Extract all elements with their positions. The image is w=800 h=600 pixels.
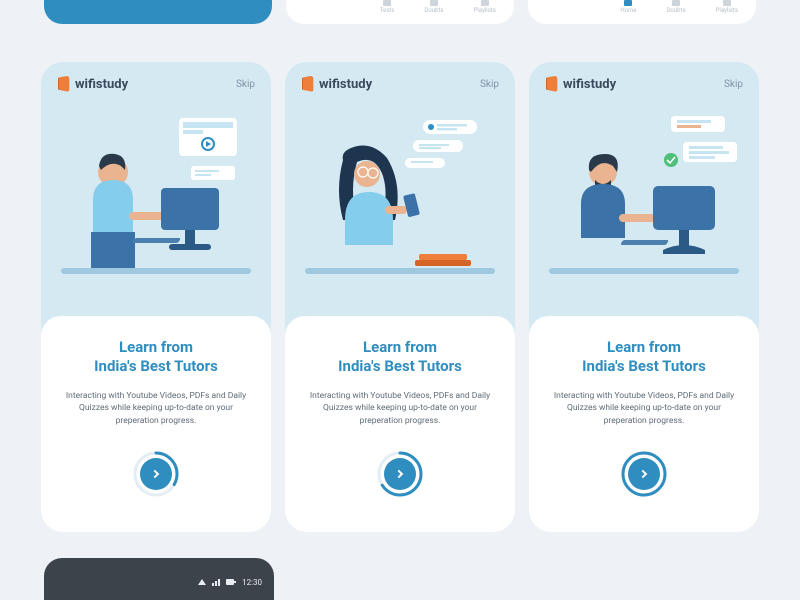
brand-logo: wifistudy <box>57 76 128 92</box>
brand-logo: wifistudy <box>545 76 616 92</box>
battery-icon <box>226 578 236 586</box>
content-card: Learn from India's Best Tutors Interacti… <box>529 316 759 532</box>
chevron-right-icon <box>639 470 647 478</box>
title-line-2: India's Best Tutors <box>94 357 218 376</box>
next-screen-fragment: 12:30 <box>44 558 274 600</box>
description: Interacting with Youtube Videos, PDFs an… <box>305 390 495 428</box>
brand-name: wifistudy <box>319 77 372 92</box>
content-card: Learn from India's Best Tutors Interacti… <box>285 316 515 532</box>
title-line-1: Learn from <box>119 338 193 357</box>
top-artifacts: Tests Doubts Playlists Home Doubts Playl… <box>0 0 800 50</box>
onboarding-screen-2: wifistudy Skip <box>285 62 515 532</box>
prev-screen-nav: Tests Doubts Playlists <box>286 0 514 24</box>
book-icon <box>57 76 71 92</box>
signal-icon <box>198 579 206 585</box>
next-button[interactable] <box>132 450 180 498</box>
title-line-2: India's Best Tutors <box>338 357 462 376</box>
prev-screen-fragment <box>44 0 272 24</box>
description: Interacting with Youtube Videos, PDFs an… <box>61 390 251 428</box>
title-line-2: India's Best Tutors <box>582 357 706 376</box>
skip-button[interactable]: Skip <box>236 79 255 90</box>
skip-button[interactable]: Skip <box>724 79 743 90</box>
brand-logo: wifistudy <box>301 76 372 92</box>
prev-screen-nav: Home Doubts Playlists <box>528 0 756 24</box>
book-icon <box>301 76 315 92</box>
illustration-learner-mobile <box>285 100 515 316</box>
status-time: 12:30 <box>242 578 262 587</box>
illustration-learner-desktop <box>41 100 271 316</box>
illustration-learner-workstation <box>529 100 759 316</box>
chevron-right-icon <box>151 470 159 478</box>
next-button[interactable] <box>620 450 668 498</box>
brand-name: wifistudy <box>563 77 616 92</box>
onboarding-screen-1: wifistudy Skip <box>41 62 271 532</box>
title-line-1: Learn from <box>363 338 437 357</box>
content-card: Learn from India's Best Tutors Interacti… <box>41 316 271 532</box>
book-icon <box>545 76 559 92</box>
cell-bars-icon <box>212 579 220 586</box>
onboarding-screen-3: wifistudy Skip <box>529 62 759 532</box>
title-line-1: Learn from <box>607 338 681 357</box>
brand-name: wifistudy <box>75 77 128 92</box>
next-button[interactable] <box>376 450 424 498</box>
onboarding-row: wifistudy Skip <box>0 62 800 532</box>
skip-button[interactable]: Skip <box>480 79 499 90</box>
chevron-right-icon <box>395 470 403 478</box>
description: Interacting with Youtube Videos, PDFs an… <box>549 390 739 428</box>
